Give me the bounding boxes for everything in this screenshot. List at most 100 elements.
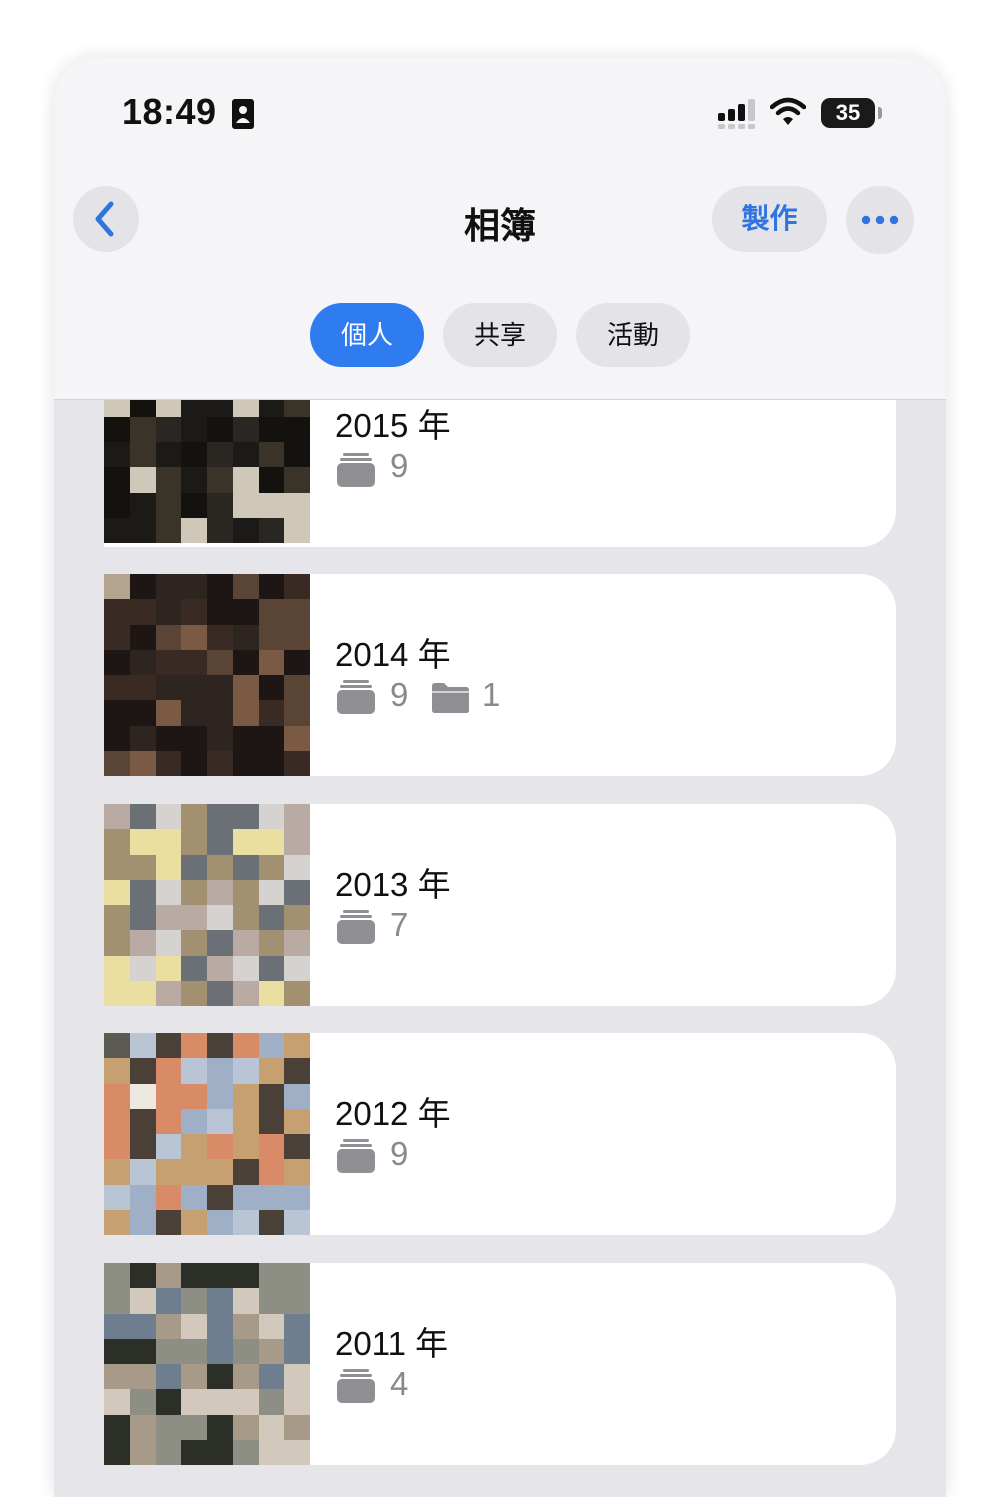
album-title: 2015 年 [335, 407, 451, 444]
thumbnail-pixel [104, 1338, 130, 1364]
folder-icon [432, 683, 469, 713]
thumbnail-pixel [155, 804, 182, 830]
thumbnail-pixel [232, 1439, 259, 1465]
thumbnail-pixel [258, 1338, 285, 1364]
thumbnail-pixel [258, 1159, 285, 1185]
thumbnail-pixel [181, 879, 207, 905]
thumbnail-pixel [207, 1108, 233, 1134]
back-chevron-icon [95, 201, 114, 237]
thumbnail-pixel [181, 1134, 207, 1160]
thumbnail-pixel [104, 930, 130, 956]
thumbnail-pixel [155, 1313, 182, 1339]
thumbnail-pixel [181, 1108, 207, 1134]
thumbnail-pixel [181, 1364, 207, 1390]
thumbnail-pixel [181, 1439, 207, 1465]
thumbnail-pixel [155, 1033, 182, 1059]
thumbnail-pixel [258, 467, 285, 493]
thumbnail-pixel [258, 517, 285, 543]
thumbnail-pixel [181, 930, 207, 956]
thumbnail-pixel [207, 980, 233, 1006]
thumbnail-pixel [181, 1338, 207, 1364]
thumbnail-pixel [129, 1389, 156, 1415]
thumbnail-pixel [258, 930, 285, 956]
tab-shared[interactable]: 共享 [443, 303, 557, 367]
thumbnail-pixel [284, 1338, 310, 1364]
tab-activity[interactable]: 活動 [576, 303, 690, 367]
album-card-2013[interactable]: 2013 年 7 [104, 804, 896, 1006]
thumbnail-pixel [155, 1134, 182, 1160]
create-button[interactable]: 製作 [712, 186, 827, 252]
thumbnail-pixel [104, 725, 130, 751]
thumbnail-pixel [155, 1263, 182, 1289]
thumbnail-pixel [181, 649, 207, 675]
back-button[interactable] [73, 186, 139, 252]
thumbnail-pixel [129, 700, 156, 726]
thumbnail-pixel [104, 804, 130, 830]
thumbnail-pixel [232, 574, 259, 600]
wifi-icon [770, 97, 806, 125]
thumbnail-pixel [232, 1134, 259, 1160]
tab-personal[interactable]: 個人 [310, 303, 424, 367]
thumbnail-pixel [129, 955, 156, 981]
thumbnail-pixel [155, 750, 182, 776]
thumbnail-pixel [155, 1414, 182, 1440]
more-button[interactable] [846, 186, 914, 254]
navigation-header: 18:49 35 相簿 製作 個人 共享 活動 [54, 57, 946, 400]
thumbnail-pixel [258, 1209, 285, 1235]
thumbnail-pixel [207, 1414, 233, 1440]
thumbnail-pixel [104, 1288, 130, 1314]
thumbnail-pixel [284, 1058, 310, 1084]
thumbnail-pixel [129, 624, 156, 650]
thumbnail-pixel [181, 467, 207, 493]
thumbnail-pixel [207, 1058, 233, 1084]
thumbnail-pixel [129, 725, 156, 751]
thumbnail-pixel [104, 599, 130, 625]
album-title: 2011 年 [335, 1325, 449, 1362]
thumbnail-pixel [207, 1439, 233, 1465]
thumbnail-pixel [258, 1184, 285, 1210]
thumbnail-pixel [155, 905, 182, 931]
thumbnail-pixel [207, 1184, 233, 1210]
thumbnail-pixel [258, 804, 285, 830]
thumbnail-pixel [258, 1263, 285, 1289]
thumbnail-pixel [207, 1263, 233, 1289]
signal-icon [718, 99, 755, 129]
thumbnail-pixel [104, 1439, 130, 1465]
thumbnail-pixel [181, 1288, 207, 1314]
album-stack-icon [337, 1139, 375, 1173]
thumbnail-pixel [155, 980, 182, 1006]
thumbnail-pixel [181, 416, 207, 442]
thumbnail-pixel [129, 599, 156, 625]
thumbnail-pixel [258, 1083, 285, 1109]
more-dots-icon [861, 215, 899, 225]
album-stack-icon [337, 453, 375, 487]
thumbnail-pixel [232, 675, 259, 701]
thumbnail-pixel [129, 1263, 156, 1289]
thumbnail-pixel [129, 1033, 156, 1059]
thumbnail-pixel [258, 1033, 285, 1059]
thumbnail-pixel [258, 905, 285, 931]
thumbnail-pixel [284, 675, 310, 701]
thumbnail-pixel [181, 1209, 207, 1235]
thumbnail-pixel [155, 1338, 182, 1364]
album-card-2011[interactable]: 2011 年 4 [104, 1263, 896, 1465]
thumbnail-pixel [104, 1058, 130, 1084]
thumbnail-pixel [258, 574, 285, 600]
thumbnail-pixel [207, 624, 233, 650]
album-card-2012[interactable]: 2012 年 9 [104, 1033, 896, 1235]
thumbnail-pixel [104, 574, 130, 600]
thumbnail-pixel [232, 905, 259, 931]
thumbnail-pixel [181, 1263, 207, 1289]
battery-icon: 35 [821, 98, 875, 128]
album-card-2014[interactable]: 2014 年 9 1 [104, 574, 896, 776]
thumbnail-pixel [232, 1364, 259, 1390]
thumbnail-pixel [258, 624, 285, 650]
thumbnail-pixel [129, 829, 156, 855]
thumbnail-pixel [232, 599, 259, 625]
thumbnail-pixel [284, 1209, 310, 1235]
thumbnail-pixel [232, 700, 259, 726]
album-thumbnail [104, 804, 310, 1006]
thumbnail-pixel [104, 1033, 130, 1059]
thumbnail-pixel [258, 700, 285, 726]
thumbnail-pixel [129, 442, 156, 468]
